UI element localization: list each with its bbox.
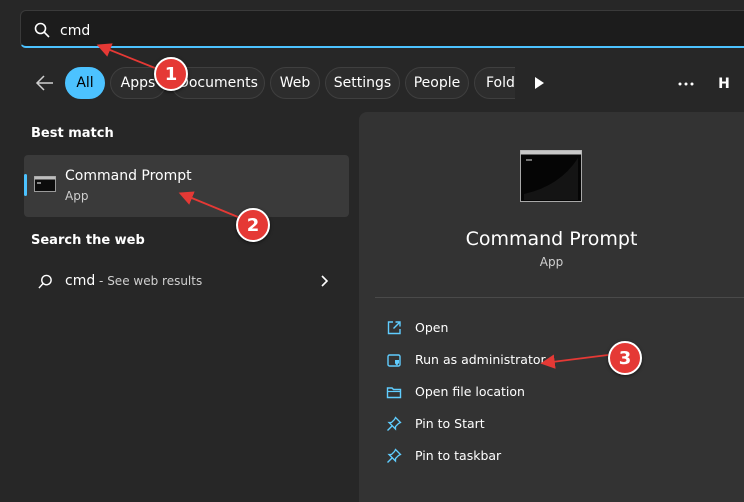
action-open-file-location[interactable]: Open file location (376, 377, 736, 407)
filter-tabs: All Apps Documents Web Settings People F… (0, 60, 515, 106)
open-external-icon (387, 321, 401, 335)
action-pin-to-start-label: Pin to Start (415, 416, 485, 431)
action-open[interactable]: Open (376, 313, 736, 343)
search-icon (34, 22, 50, 38)
action-open-label: Open (415, 320, 449, 335)
action-open-file-location-label: Open file location (415, 384, 525, 399)
best-match-heading: Best match (31, 126, 114, 141)
search-icon (38, 274, 52, 289)
tab-people[interactable]: People (405, 67, 469, 99)
search-web-heading: Search the web (31, 233, 145, 248)
pin-icon (387, 448, 402, 463)
pin-icon (387, 416, 402, 431)
detail-subtitle: App (539, 255, 564, 269)
tab-settings[interactable]: Settings (325, 67, 400, 99)
action-pin-to-taskbar-label: Pin to taskbar (415, 448, 502, 463)
web-suffix: - See web results (95, 274, 203, 288)
user-avatar[interactable]: H (712, 72, 736, 96)
web-query: cmd (65, 273, 96, 289)
best-match-title: Command Prompt (65, 168, 192, 184)
action-run-as-administrator[interactable]: Run as administrator (376, 345, 736, 375)
web-result-label: cmd - See web results (65, 273, 202, 289)
more-options-icon[interactable] (678, 82, 694, 86)
tab-folders[interactable]: Folders (474, 67, 515, 99)
search-input[interactable] (60, 20, 660, 42)
annotation-badge-1: 1 (154, 57, 188, 91)
annotation-badge-2: 2 (236, 208, 270, 242)
action-pin-to-start[interactable]: Pin to Start (376, 409, 736, 439)
action-pin-to-taskbar[interactable]: Pin to taskbar (376, 441, 736, 471)
annotation-badge-3: 3 (608, 341, 642, 375)
play-icon[interactable] (533, 76, 545, 90)
tab-all[interactable]: All (65, 67, 105, 99)
chevron-right-icon[interactable] (319, 274, 329, 288)
selection-indicator (24, 174, 27, 196)
best-match-result[interactable] (24, 155, 349, 217)
shield-icon (387, 354, 401, 367)
folder-icon (386, 387, 402, 399)
divider (375, 297, 744, 298)
action-run-as-administrator-label: Run as administrator (415, 352, 546, 367)
command-prompt-icon (34, 176, 56, 192)
detail-title: Command Prompt (465, 228, 638, 250)
tab-web[interactable]: Web (270, 67, 320, 99)
command-prompt-large-icon (520, 150, 582, 202)
best-match-subtitle: App (65, 189, 89, 203)
